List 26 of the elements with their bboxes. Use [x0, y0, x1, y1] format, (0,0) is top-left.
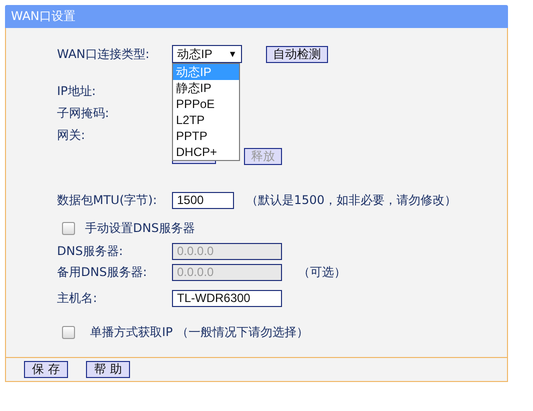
dropdown-option[interactable]: DHCP+ [173, 144, 239, 160]
field-label: IP地址: [57, 82, 97, 100]
checkbox-label: 单播方式获取IP （一般情况下请勿选择） [90, 324, 309, 340]
dropdown-option[interactable]: L2TP [173, 112, 239, 128]
hint-text: （可选） [298, 264, 346, 280]
dropdown-option[interactable]: 静态IP [173, 80, 239, 96]
connection-type-dropdown[interactable]: 动态IP ▼ [172, 45, 242, 63]
hint-text: （默认是1500，如非必要，请勿修改） [246, 192, 457, 208]
auto-detect-button[interactable]: 自动检测 [266, 46, 328, 62]
field-label: 数据包MTU(字节): [57, 192, 158, 208]
checkbox[interactable] [62, 222, 75, 234]
mtu-field[interactable]: 1500 [172, 192, 234, 208]
help-button[interactable]: 帮助 [86, 361, 130, 378]
field-label: WAN口连接类型: [57, 46, 150, 62]
checkbox-label: 手动设置DNS服务器 [85, 220, 195, 236]
panel-title: WAN口设置 [11, 8, 76, 25]
checkbox[interactable] [62, 326, 75, 338]
field-label: 主机名: [57, 290, 98, 306]
dropdown-option[interactable]: PPTP [173, 128, 239, 144]
field-label: 备用DNS服务器: [57, 264, 148, 280]
dropdown-option[interactable]: PPPoE [173, 96, 239, 112]
hostname-field[interactable]: TL-WDR6300 [172, 290, 282, 306]
save-button[interactable]: 保存 [24, 361, 68, 378]
field-label: 网关: [57, 126, 86, 144]
field-label: 子网掩码: [57, 104, 110, 122]
field-label: DNS服务器: [57, 242, 124, 260]
